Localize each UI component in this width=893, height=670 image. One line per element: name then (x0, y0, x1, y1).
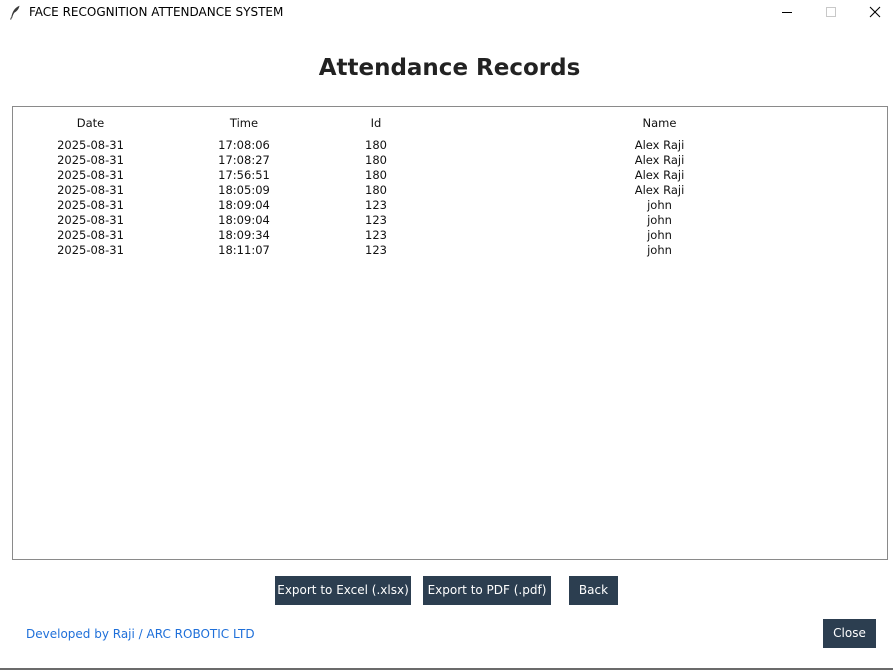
cell-date: 2025-08-31 (57, 228, 124, 242)
cell-id: 180 (365, 138, 387, 152)
cell-name: john (647, 243, 672, 257)
cell-id: 123 (365, 213, 387, 227)
table-row[interactable]: 2025-08-31 18:09:04 123 john (13, 198, 887, 213)
cell-id: 180 (365, 183, 387, 197)
feather-icon (9, 5, 21, 20)
cell-name: john (647, 228, 672, 242)
window-close-button[interactable] (853, 0, 893, 25)
cell-time: 17:56:51 (218, 168, 270, 182)
cell-time: 18:09:34 (218, 228, 270, 242)
close-button[interactable]: Close (823, 619, 876, 648)
cell-date: 2025-08-31 (57, 168, 124, 182)
developer-credit: Developed by Raji / ARC ROBOTIC LTD (26, 627, 255, 641)
minimize-button[interactable] (765, 0, 809, 25)
table-header: Date Time Id Name (13, 116, 887, 131)
column-header-name[interactable]: Name (432, 116, 887, 130)
cell-date: 2025-08-31 (57, 153, 124, 167)
cell-date: 2025-08-31 (57, 243, 124, 257)
cell-time: 17:08:06 (218, 138, 270, 152)
export-pdf-button[interactable]: Export to PDF (.pdf) (423, 576, 551, 605)
cell-name: john (647, 198, 672, 212)
page-title: Attendance Records (318, 55, 581, 81)
cell-time: 17:08:27 (218, 153, 270, 167)
cell-time: 18:09:04 (218, 213, 270, 227)
cell-name: Alex Raji (634, 168, 685, 182)
maximize-button[interactable] (809, 0, 853, 25)
attendance-table[interactable]: Date Time Id Name 2025-08-31 17:08:06 18… (12, 106, 888, 560)
cell-date: 2025-08-31 (57, 198, 124, 212)
cell-time: 18:09:04 (218, 198, 270, 212)
maximize-icon (826, 7, 836, 17)
cell-time: 18:05:09 (218, 183, 270, 197)
cell-date: 2025-08-31 (57, 213, 124, 227)
app-window: FACE RECOGNITION ATTENDANCE SYSTEM Atten… (0, 0, 893, 670)
title-bar[interactable]: FACE RECOGNITION ATTENDANCE SYSTEM (0, 0, 893, 25)
table-row[interactable]: 2025-08-31 17:08:06 180 Alex Raji (13, 138, 887, 153)
column-header-time[interactable]: Time (168, 116, 320, 130)
cell-name: Alex Raji (634, 138, 685, 152)
column-header-id[interactable]: Id (320, 116, 432, 130)
table-row[interactable]: 2025-08-31 18:09:04 123 john (13, 213, 887, 228)
export-excel-button[interactable]: Export to Excel (.xlsx) (275, 576, 411, 605)
window-title: FACE RECOGNITION ATTENDANCE SYSTEM (29, 5, 284, 19)
table-row[interactable]: 2025-08-31 17:08:27 180 Alex Raji (13, 153, 887, 168)
cell-date: 2025-08-31 (57, 138, 124, 152)
back-button[interactable]: Back (569, 576, 618, 605)
cell-name: Alex Raji (634, 183, 685, 197)
close-icon (869, 6, 881, 18)
cell-name: Alex Raji (634, 153, 685, 167)
table-row[interactable]: 2025-08-31 18:11:07 123 john (13, 243, 887, 258)
table-row[interactable]: 2025-08-31 18:09:34 123 john (13, 228, 887, 243)
cell-date: 2025-08-31 (57, 183, 124, 197)
cell-id: 123 (365, 228, 387, 242)
cell-id: 123 (365, 198, 387, 212)
cell-name: john (647, 213, 672, 227)
cell-id: 123 (365, 243, 387, 257)
cell-id: 180 (365, 153, 387, 167)
column-header-date[interactable]: Date (13, 116, 168, 130)
cell-time: 18:11:07 (218, 243, 270, 257)
table-row[interactable]: 2025-08-31 17:56:51 180 Alex Raji (13, 168, 887, 183)
minimize-icon (782, 12, 792, 13)
table-row[interactable]: 2025-08-31 18:05:09 180 Alex Raji (13, 183, 887, 198)
cell-id: 180 (365, 168, 387, 182)
